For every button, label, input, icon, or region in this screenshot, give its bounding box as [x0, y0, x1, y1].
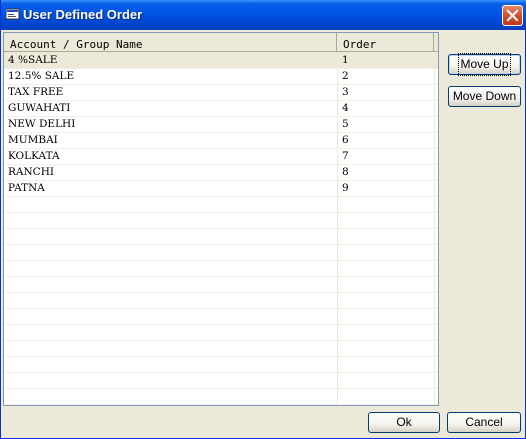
table-row[interactable]: PATNA 9	[4, 180, 438, 197]
empty-row[interactable]	[4, 244, 438, 261]
move-up-button[interactable]: Move Up	[448, 53, 521, 76]
close-button[interactable]	[502, 5, 523, 26]
empty-row[interactable]	[4, 212, 438, 229]
account-name-cell: 4 %SALE	[8, 54, 58, 66]
order-cell: 7	[342, 150, 349, 162]
column-divider	[434, 52, 435, 405]
ok-button[interactable]: Ok	[368, 412, 440, 433]
account-name-cell: PATNA	[8, 182, 45, 194]
account-name-cell: KOLKATA	[8, 150, 60, 162]
window-title: User Defined Order	[23, 7, 143, 22]
cancel-button[interactable]: Cancel	[447, 412, 521, 433]
empty-row[interactable]	[4, 324, 438, 341]
column-header-name[interactable]: Account / Group Name	[4, 33, 337, 52]
cancel-label: Cancel	[465, 415, 503, 429]
account-name-cell: NEW DELHI	[8, 118, 76, 130]
order-cell: 6	[342, 134, 349, 146]
app-icon	[6, 8, 20, 20]
column-header-order[interactable]: Order	[337, 33, 434, 52]
empty-row[interactable]	[4, 356, 438, 373]
table-row[interactable]: 4 %SALE 1	[4, 52, 438, 69]
account-name-cell: GUWAHATI	[8, 102, 71, 114]
account-name-cell: TAX FREE	[8, 86, 64, 98]
empty-row[interactable]	[4, 228, 438, 245]
empty-row[interactable]	[4, 388, 438, 405]
order-cell: 5	[342, 118, 349, 130]
order-cell: 9	[342, 182, 349, 194]
order-grid[interactable]: Account / Group Name Order 4 %SALE 1 12.5%…	[3, 32, 439, 406]
table-row[interactable]: NEW DELHI 5	[4, 116, 438, 133]
table-row[interactable]: 12.5% SALE 2	[4, 68, 438, 85]
account-name-cell: 12.5% SALE	[8, 70, 75, 82]
order-cell: 3	[342, 86, 349, 98]
table-row[interactable]: KOLKATA 7	[4, 148, 438, 165]
empty-row[interactable]	[4, 260, 438, 277]
close-icon	[506, 9, 519, 22]
column-header-filler	[434, 33, 438, 52]
dialog-window: User Defined Order Account / Group Name …	[0, 0, 526, 439]
empty-row[interactable]	[4, 308, 438, 325]
account-name-cell: RANCHI	[8, 166, 55, 178]
empty-row[interactable]	[4, 292, 438, 309]
move-up-label: Move Up	[458, 53, 511, 76]
account-name-cell: MUMBAI	[8, 134, 58, 146]
empty-row[interactable]	[4, 196, 438, 213]
empty-row[interactable]	[4, 340, 438, 357]
column-divider	[337, 52, 338, 405]
title-bar[interactable]: User Defined Order	[1, 0, 526, 30]
table-row[interactable]: TAX FREE 3	[4, 84, 438, 101]
button-bar: Ok Cancel	[1, 406, 526, 439]
move-down-button[interactable]: Move Down	[448, 86, 521, 107]
order-cell: 1	[342, 54, 349, 66]
empty-row[interactable]	[4, 276, 438, 293]
order-cell: 4	[342, 102, 349, 114]
table-row[interactable]: GUWAHATI 4	[4, 100, 438, 117]
order-cell: 8	[342, 166, 349, 178]
order-cell: 2	[342, 70, 349, 82]
table-row[interactable]: MUMBAI 6	[4, 132, 438, 149]
empty-row[interactable]	[4, 372, 438, 389]
ok-label: Ok	[396, 415, 412, 429]
move-down-label: Move Down	[452, 89, 517, 103]
table-row[interactable]: RANCHI 8	[4, 164, 438, 181]
